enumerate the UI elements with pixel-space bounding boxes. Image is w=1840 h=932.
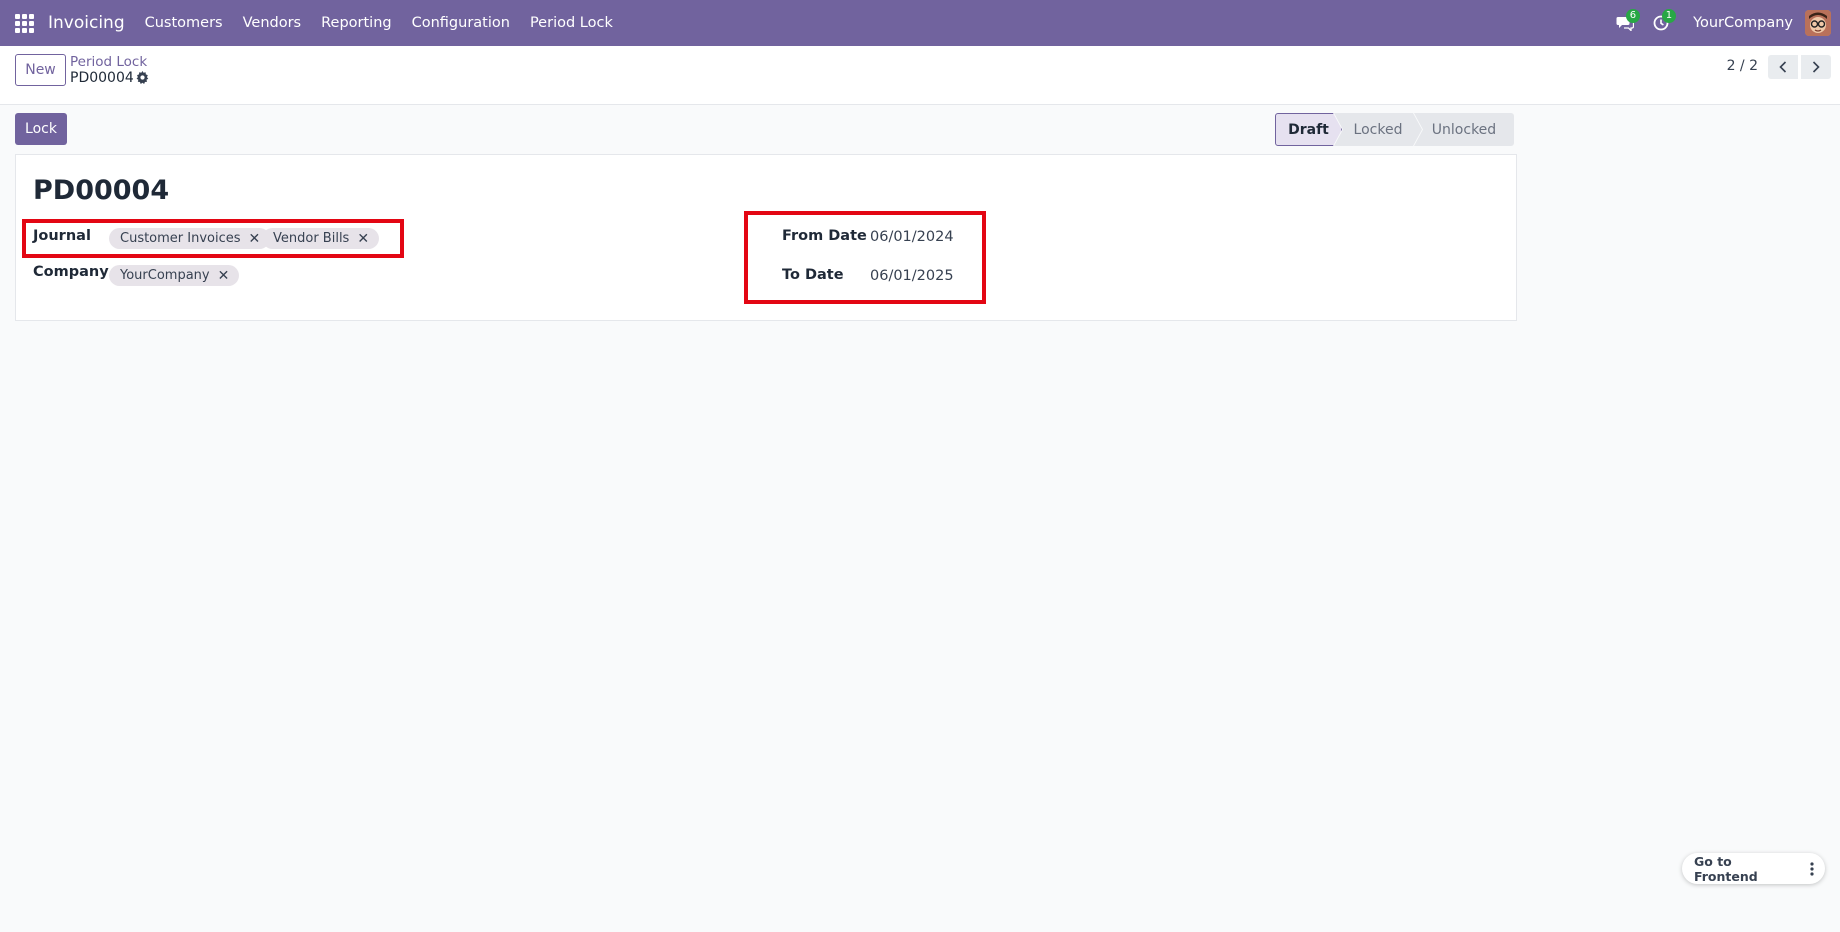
- navbar-systray: 6 1 YourCompany: [1607, 0, 1840, 46]
- top-navbar: Invoicing Customers Vendors Reporting Co…: [0, 0, 1840, 46]
- company-tag[interactable]: YourCompany ✕: [109, 265, 240, 286]
- go-to-frontend-button[interactable]: Go to Frontend: [1682, 854, 1799, 884]
- messages-badge: 6: [1625, 9, 1641, 23]
- status-locked[interactable]: Locked: [1334, 113, 1422, 146]
- control-panel: New Period Lock PD00004 2 / 2: [0, 46, 1840, 105]
- dates-highlight-box: [744, 211, 986, 304]
- chevron-right-icon: [1812, 61, 1820, 73]
- breadcrumb-current-record: PD00004: [70, 70, 134, 86]
- status-bar: Draft Locked Unlocked: [1275, 113, 1514, 146]
- menu-configuration[interactable]: Configuration: [402, 15, 520, 31]
- menu-reporting[interactable]: Reporting: [311, 15, 402, 31]
- journal-highlight-box: [22, 219, 404, 258]
- pager-next-button[interactable]: [1801, 55, 1831, 79]
- chevron-left-icon: [1779, 61, 1787, 73]
- activities-badge: 1: [1661, 9, 1677, 23]
- company-label: Company: [33, 264, 109, 280]
- go-to-frontend-widget: Go to Frontend: [1682, 853, 1825, 884]
- kebab-icon[interactable]: [1799, 856, 1825, 882]
- close-icon[interactable]: ✕: [218, 268, 230, 284]
- apps-menu-button[interactable]: [0, 0, 48, 46]
- menu-vendors[interactable]: Vendors: [233, 15, 312, 31]
- gear-icon[interactable]: [136, 71, 149, 84]
- record-title: PD00004: [33, 175, 170, 206]
- lock-button[interactable]: Lock: [15, 113, 67, 145]
- app-brand[interactable]: Invoicing: [48, 13, 125, 33]
- company-switcher[interactable]: YourCompany: [1693, 15, 1793, 31]
- user-avatar[interactable]: [1805, 10, 1831, 36]
- tag-label: YourCompany: [120, 268, 210, 283]
- activities-button[interactable]: 1: [1643, 0, 1679, 46]
- status-draft[interactable]: Draft: [1275, 113, 1342, 146]
- pager-value[interactable]: 2 / 2: [1727, 58, 1758, 74]
- status-unlocked[interactable]: Unlocked: [1414, 113, 1514, 146]
- pager-previous-button[interactable]: [1768, 55, 1798, 79]
- apps-grid-icon: [14, 13, 34, 33]
- menu-period-lock[interactable]: Period Lock: [520, 15, 623, 31]
- new-button[interactable]: New: [15, 54, 66, 86]
- breadcrumb-period-lock[interactable]: Period Lock: [70, 54, 147, 70]
- menu-customers[interactable]: Customers: [135, 15, 233, 31]
- messages-button[interactable]: 6: [1607, 0, 1643, 46]
